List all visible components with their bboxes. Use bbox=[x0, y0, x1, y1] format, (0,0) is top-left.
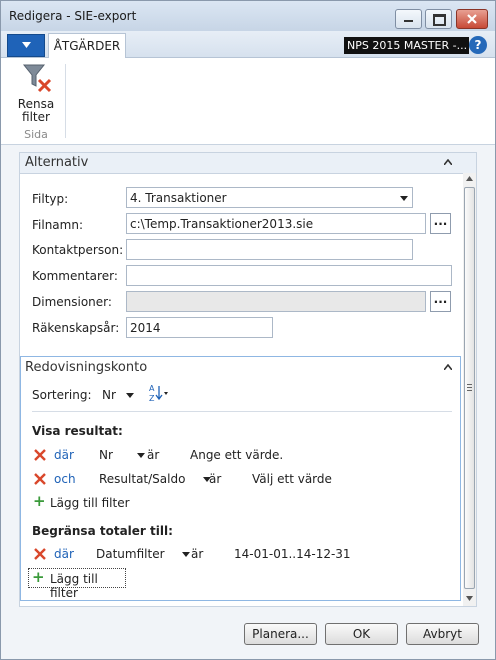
filetype-value: 4. Transaktioner bbox=[130, 191, 227, 205]
sort-az-icon[interactable]: A Z bbox=[148, 383, 170, 403]
app-menu-button[interactable] bbox=[7, 34, 45, 57]
comments-input[interactable] bbox=[126, 265, 452, 286]
svg-text:Z: Z bbox=[149, 394, 155, 403]
chevron-up-icon bbox=[444, 364, 452, 370]
chevron-up-icon bbox=[444, 159, 452, 165]
filename-lookup-button[interactable]: ... bbox=[430, 213, 451, 234]
scroll-down-icon[interactable] bbox=[466, 596, 473, 601]
title-bar: Redigera - SIE-export bbox=[1, 1, 495, 31]
contact-input[interactable] bbox=[126, 239, 413, 260]
filter3-operator: är bbox=[191, 547, 204, 561]
filename-value: c:\Temp.Transaktioner2013.sie bbox=[130, 217, 314, 231]
remove-filter-icon[interactable] bbox=[33, 547, 47, 561]
options-section-header[interactable]: Alternativ bbox=[20, 153, 476, 174]
tab-actions[interactable]: ÅTGÄRDER bbox=[48, 33, 126, 58]
sie-export-window: Redigera - SIE-export ÅTGÄRDER NPS 2015 … bbox=[0, 0, 496, 660]
filetype-label: Filtyp: bbox=[32, 192, 69, 206]
clear-filter-label-line2: filter bbox=[22, 110, 50, 124]
ribbon-separator bbox=[65, 64, 66, 138]
fiscal-year-label: Räkenskapsår: bbox=[32, 321, 120, 335]
filename-label: Filnamn: bbox=[32, 218, 83, 232]
close-icon bbox=[467, 14, 477, 24]
account-section-header[interactable]: Redovisningskonto bbox=[21, 357, 460, 377]
dropdown-arrow-icon bbox=[136, 453, 145, 458]
contact-label: Kontaktperson: bbox=[32, 243, 124, 257]
content-area: Alternativ Filtyp: 4. Transaktioner Filn… bbox=[1, 145, 495, 659]
filter3-conjunction[interactable]: där bbox=[54, 547, 74, 561]
remove-filter-icon[interactable] bbox=[33, 472, 47, 486]
filename-input[interactable]: c:\Temp.Transaktioner2013.sie bbox=[126, 213, 426, 234]
remove-filter-icon[interactable] bbox=[33, 448, 47, 462]
clear-filter-button[interactable]: Rensa filter bbox=[13, 60, 59, 124]
scroll-up-icon[interactable] bbox=[466, 176, 473, 181]
chevron-down-icon bbox=[22, 42, 31, 48]
divider bbox=[32, 411, 452, 412]
grip-icon bbox=[467, 390, 472, 391]
dimensions-input[interactable] bbox=[126, 291, 426, 312]
ribbon-tab-bar: ÅTGÄRDER NPS 2015 MASTER -... ? bbox=[1, 31, 495, 58]
account-section-title: Redovisningskonto bbox=[25, 360, 148, 375]
add-filter-icon[interactable]: + bbox=[33, 492, 46, 510]
filter2-conjunction[interactable]: och bbox=[54, 472, 76, 486]
add-filter-focus[interactable]: + Lägg till filter bbox=[28, 568, 126, 600]
svg-text:A: A bbox=[149, 384, 155, 393]
minimize-icon bbox=[404, 20, 413, 22]
ok-button[interactable]: OK bbox=[325, 623, 398, 645]
filetype-select[interactable]: 4. Transaktioner bbox=[126, 187, 413, 208]
filter2-field: Resultat/Saldo bbox=[99, 472, 186, 486]
account-section: Redovisningskonto Sortering: Nr A Z Visa… bbox=[20, 356, 461, 601]
dropdown-arrow-icon bbox=[125, 393, 134, 398]
dropdown-arrow-icon bbox=[182, 552, 191, 557]
form-panel: Alternativ Filtyp: 4. Transaktioner Filn… bbox=[19, 152, 477, 607]
maximize-button[interactable] bbox=[425, 9, 452, 29]
add-filter-link: Lägg till filter bbox=[50, 572, 98, 600]
filter2-field-select[interactable]: Resultat/Saldo bbox=[99, 472, 212, 486]
cancel-button[interactable]: Avbryt bbox=[406, 623, 479, 645]
filter3-field: Datumfilter bbox=[96, 547, 165, 561]
options-section-title: Alternativ bbox=[25, 155, 89, 170]
vertical-scrollbar[interactable] bbox=[463, 173, 476, 606]
add-filter-link[interactable]: Lägg till filter bbox=[50, 496, 130, 510]
window-title: Redigera - SIE-export bbox=[9, 9, 137, 23]
fiscal-year-input[interactable]: 2014 bbox=[126, 317, 273, 338]
scrollbar-thumb[interactable] bbox=[464, 187, 475, 589]
grip-icon bbox=[467, 387, 472, 388]
show-results-label: Visa resultat: bbox=[32, 424, 123, 438]
filter3-value[interactable]: 14-01-01..14-12-31 bbox=[234, 547, 351, 561]
limit-totals-label: Begränsa totaler till: bbox=[32, 524, 173, 538]
dropdown-arrow-icon bbox=[400, 196, 408, 201]
minimize-button[interactable] bbox=[395, 9, 422, 29]
company-name[interactable]: NPS 2015 MASTER -... bbox=[344, 37, 469, 54]
help-icon[interactable]: ? bbox=[469, 36, 487, 54]
ribbon-group-label: Sida bbox=[24, 128, 48, 141]
filter2-value[interactable]: Välj ett värde bbox=[252, 472, 332, 486]
comments-label: Kommentarer: bbox=[32, 269, 118, 283]
clear-filter-icon bbox=[22, 64, 52, 93]
sort-label: Sortering: bbox=[32, 388, 92, 402]
maximize-icon bbox=[433, 14, 446, 26]
filter1-field-select[interactable]: Nr bbox=[99, 448, 145, 462]
dimensions-label: Dimensioner: bbox=[32, 295, 112, 309]
ribbon: Rensa filter Sida bbox=[1, 58, 495, 145]
filter1-value[interactable]: Ange ett värde. bbox=[190, 448, 283, 462]
filter3-field-select[interactable]: Datumfilter bbox=[96, 547, 191, 561]
filter1-conjunction[interactable]: där bbox=[54, 448, 74, 462]
filter1-field: Nr bbox=[99, 448, 113, 462]
close-button[interactable] bbox=[456, 9, 488, 29]
grip-icon bbox=[467, 384, 472, 385]
filter1-operator: är bbox=[147, 448, 160, 462]
plan-button[interactable]: Planera... bbox=[244, 623, 317, 645]
filter2-operator: är bbox=[209, 472, 222, 486]
sort-select[interactable]: Nr bbox=[102, 388, 134, 402]
dimensions-lookup-button[interactable]: ... bbox=[430, 291, 451, 312]
add-filter-icon: + bbox=[32, 568, 45, 586]
sort-value: Nr bbox=[102, 388, 116, 402]
